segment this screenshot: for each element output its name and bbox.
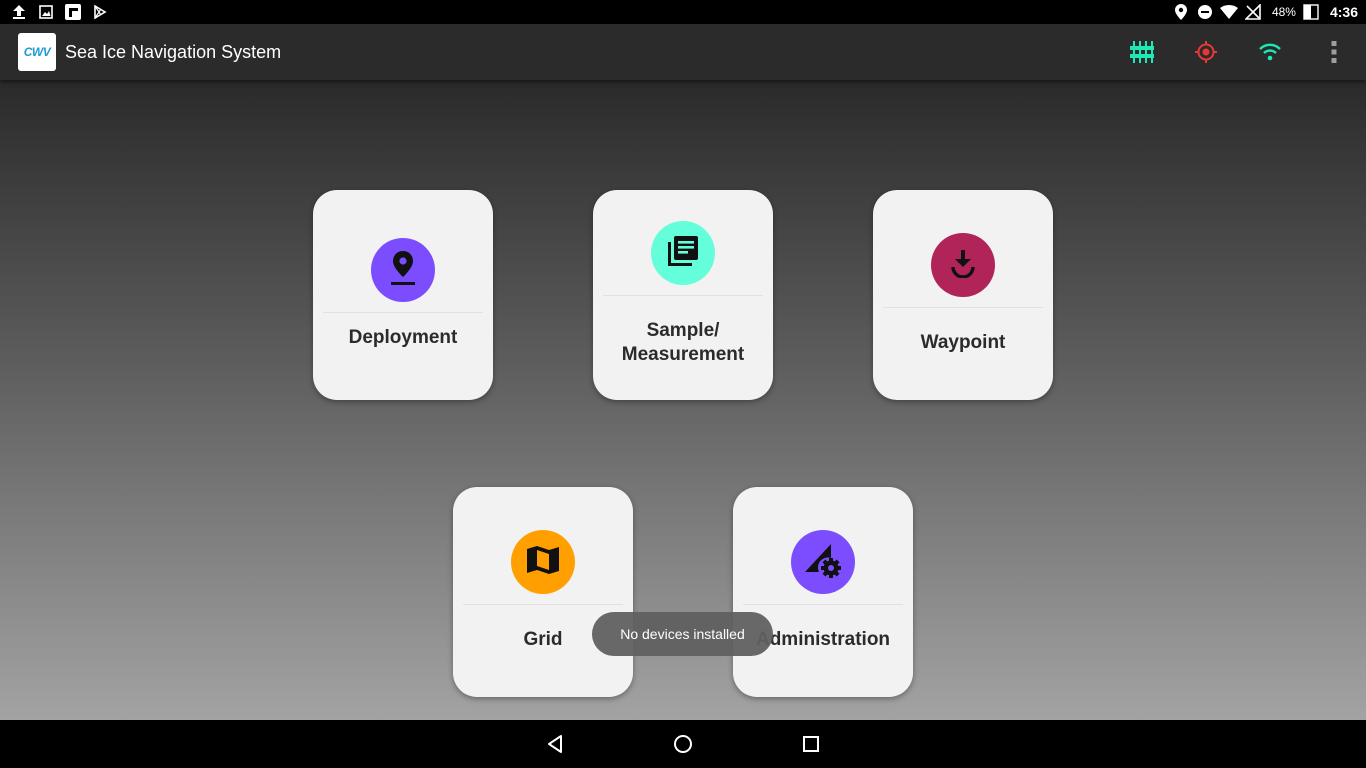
image-icon	[37, 3, 54, 20]
deployment-tile[interactable]: Deployment	[313, 190, 493, 400]
home-icon[interactable]	[671, 732, 695, 756]
library-books-icon	[665, 233, 701, 274]
location-pin-icon	[388, 250, 418, 291]
grid-tile[interactable]: Grid	[453, 487, 633, 697]
waypoint-tile[interactable]: Waypoint	[873, 190, 1053, 400]
administration-icon-circle	[791, 530, 855, 594]
recents-icon[interactable]	[799, 732, 823, 756]
app-title: Sea Ice Navigation System	[65, 42, 282, 62]
no-signal-icon	[1244, 3, 1262, 21]
tile-divider	[743, 604, 903, 605]
do-not-disturb-icon	[1196, 3, 1214, 21]
play-store-icon	[91, 3, 108, 20]
navigation-bar	[0, 720, 1366, 768]
app-logo: CWV	[18, 33, 56, 71]
tile-divider	[883, 307, 1043, 308]
app-logo-text: CWV	[23, 45, 51, 59]
tile-divider	[603, 295, 763, 296]
sample-measurement-tile[interactable]: Sample/ Measurement	[593, 190, 773, 400]
upload-icon	[10, 3, 27, 20]
flipboard-icon	[64, 3, 81, 20]
sample-measurement-label: Sample/ Measurement	[621, 320, 745, 365]
wifi-icon	[1219, 3, 1238, 21]
gps-target-icon[interactable]	[1190, 36, 1222, 68]
overflow-menu-icon[interactable]	[1318, 36, 1350, 68]
app-bar: CWV Sea Ice Navigation System	[0, 24, 1366, 80]
network-settings-icon	[803, 542, 843, 583]
deployment-icon-circle	[371, 238, 435, 302]
administration-tile[interactable]: Administration	[733, 487, 913, 697]
grid-icon-circle	[511, 530, 575, 594]
device-status-icon[interactable]	[1126, 36, 1158, 68]
location-icon	[1172, 3, 1190, 21]
waypoint-label: Waypoint	[920, 332, 1006, 353]
toast-message: No devices installed	[592, 612, 773, 656]
wifi-icon[interactable]	[1254, 36, 1286, 68]
back-icon[interactable]	[543, 732, 567, 756]
clock: 4:36	[1329, 4, 1358, 20]
download-anchor-icon	[949, 248, 977, 283]
status-bar: 48% 4:36	[0, 0, 1366, 24]
waypoint-icon-circle	[931, 233, 995, 297]
tile-divider	[463, 604, 623, 605]
map-icon	[526, 544, 560, 581]
deployment-label: Deployment	[348, 327, 458, 348]
battery-icon	[1302, 3, 1320, 21]
tile-divider	[323, 312, 483, 313]
sample-icon-circle	[651, 221, 715, 285]
battery-percentage: 48%	[1271, 5, 1296, 19]
